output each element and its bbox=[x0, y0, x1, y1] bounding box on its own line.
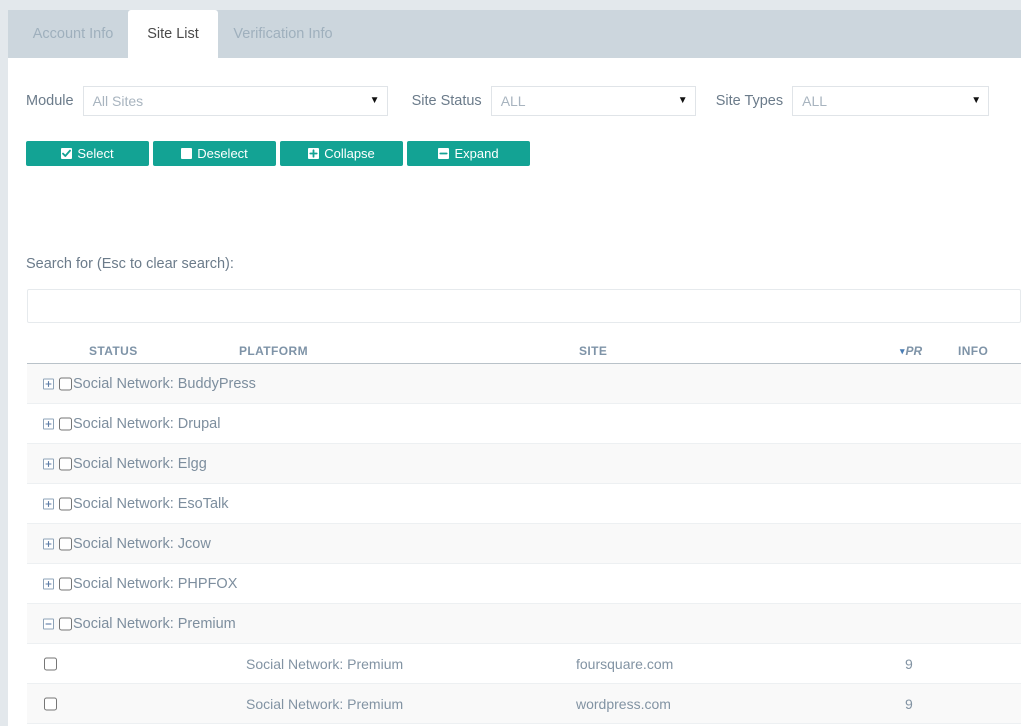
table-header-row: STATUS PLATFORM SITE ▾PR INFO bbox=[27, 336, 1021, 364]
site-list-page: Account Info Site List Verification Info… bbox=[0, 0, 1021, 726]
table-group-row[interactable]: Social Network: BuddyPress bbox=[27, 364, 1021, 404]
cell-site: foursquare.com bbox=[576, 655, 674, 672]
cell-pr: 9 bbox=[905, 655, 913, 672]
caret-down-icon: ▼ bbox=[369, 95, 380, 106]
plus-square-icon bbox=[308, 148, 320, 159]
module-select-value: All Sites bbox=[92, 93, 144, 109]
table-body: Social Network: BuddyPress Social Networ… bbox=[27, 364, 1021, 726]
site-status-select-value: ALL bbox=[500, 93, 526, 109]
action-button-row: Select Deselect Collapse Expand bbox=[26, 141, 530, 166]
filter-row: Module All Sites ▼ Site Status ALL ▼ Sit… bbox=[26, 86, 990, 116]
column-header-platform[interactable]: PLATFORM bbox=[239, 344, 308, 358]
column-header-status[interactable]: STATUS bbox=[89, 344, 138, 358]
tab-site-list[interactable]: Site List bbox=[128, 10, 218, 58]
tab-bar: Account Info Site List Verification Info bbox=[8, 10, 1021, 58]
deselect-button[interactable]: Deselect bbox=[153, 141, 276, 166]
group-checkbox[interactable] bbox=[59, 617, 72, 630]
group-label: Social Network: Jcow bbox=[73, 535, 211, 552]
row-checkbox[interactable] bbox=[44, 697, 57, 710]
module-label: Module bbox=[26, 93, 74, 109]
cell-platform: Social Network: Premium bbox=[246, 655, 404, 672]
deselect-button-label: Deselect bbox=[197, 146, 248, 161]
expand-button-label: Expand bbox=[454, 146, 499, 161]
tab-account-info[interactable]: Account Info bbox=[18, 10, 128, 58]
plus-square-icon[interactable] bbox=[43, 498, 54, 509]
plus-square-icon[interactable] bbox=[43, 458, 54, 469]
cell-platform: Social Network: Premium bbox=[246, 695, 404, 712]
minus-square-icon bbox=[438, 148, 450, 159]
search-input[interactable] bbox=[27, 289, 1021, 323]
plus-square-icon[interactable] bbox=[43, 538, 54, 549]
table-row[interactable]: Social Network: Premium wordpress.com 9 bbox=[27, 684, 1021, 724]
cell-pr: 9 bbox=[905, 695, 913, 712]
checked-checkbox-icon bbox=[61, 148, 73, 159]
collapse-button[interactable]: Collapse bbox=[280, 141, 403, 166]
site-status-select[interactable]: ALL ▼ bbox=[490, 86, 696, 116]
table-row[interactable]: Social Network: Premium foursquare.com 9 bbox=[27, 644, 1021, 684]
table-group-row[interactable]: Social Network: Jcow bbox=[27, 524, 1021, 564]
row-checkbox[interactable] bbox=[44, 657, 57, 670]
column-header-pr[interactable]: ▾PR bbox=[900, 344, 922, 358]
group-label: Social Network: Elgg bbox=[73, 455, 207, 472]
table-group-row[interactable]: Social Network: Drupal bbox=[27, 404, 1021, 444]
collapse-button-label: Collapse bbox=[324, 146, 375, 161]
site-types-select[interactable]: ALL ▼ bbox=[792, 86, 990, 116]
search-label: Search for (Esc to clear search): bbox=[26, 256, 234, 272]
left-gutter bbox=[0, 0, 8, 726]
caret-down-icon: ▼ bbox=[971, 95, 982, 106]
site-types-label: Site Types bbox=[715, 93, 784, 109]
site-status-label: Site Status bbox=[411, 93, 482, 109]
column-header-pr-label: PR bbox=[905, 344, 923, 358]
minus-square-icon[interactable] bbox=[43, 618, 54, 629]
group-checkbox[interactable] bbox=[59, 577, 72, 590]
group-label: Social Network: Premium bbox=[73, 615, 236, 632]
group-label: Social Network: PHPFOX bbox=[73, 575, 238, 592]
group-checkbox[interactable] bbox=[59, 417, 72, 430]
table-group-row[interactable]: Social Network: Premium bbox=[27, 604, 1021, 644]
table-group-row[interactable]: Social Network: Elgg bbox=[27, 444, 1021, 484]
group-checkbox[interactable] bbox=[59, 457, 72, 470]
group-checkbox[interactable] bbox=[59, 497, 72, 510]
module-select[interactable]: All Sites ▼ bbox=[82, 86, 388, 116]
top-strip bbox=[0, 0, 1021, 10]
plus-square-icon[interactable] bbox=[43, 578, 54, 589]
group-label: Social Network: Drupal bbox=[73, 415, 221, 432]
select-button-label: Select bbox=[77, 146, 114, 161]
group-checkbox[interactable] bbox=[59, 537, 72, 550]
group-label: Social Network: BuddyPress bbox=[73, 375, 256, 392]
site-list-table: STATUS PLATFORM SITE ▾PR INFO Social Net… bbox=[27, 336, 1021, 726]
site-list-panel: Module All Sites ▼ Site Status ALL ▼ Sit… bbox=[8, 58, 1021, 726]
expand-button[interactable]: Expand bbox=[407, 141, 530, 166]
table-group-row[interactable]: Social Network: EsoTalk bbox=[27, 484, 1021, 524]
sort-descending-icon: ▾ bbox=[900, 346, 905, 356]
column-header-site[interactable]: SITE bbox=[579, 344, 607, 358]
select-button[interactable]: Select bbox=[26, 141, 149, 166]
group-label: Social Network: EsoTalk bbox=[73, 495, 229, 512]
group-checkbox[interactable] bbox=[59, 377, 72, 390]
caret-down-icon: ▼ bbox=[677, 95, 688, 106]
tab-verification-info[interactable]: Verification Info bbox=[218, 10, 348, 58]
plus-square-icon[interactable] bbox=[43, 378, 54, 389]
table-group-row[interactable]: Social Network: PHPFOX bbox=[27, 564, 1021, 604]
plus-square-icon[interactable] bbox=[43, 418, 54, 429]
site-types-select-value: ALL bbox=[802, 93, 828, 109]
column-header-info[interactable]: INFO bbox=[958, 344, 988, 358]
cell-site: wordpress.com bbox=[576, 695, 671, 712]
empty-checkbox-icon bbox=[181, 148, 193, 159]
